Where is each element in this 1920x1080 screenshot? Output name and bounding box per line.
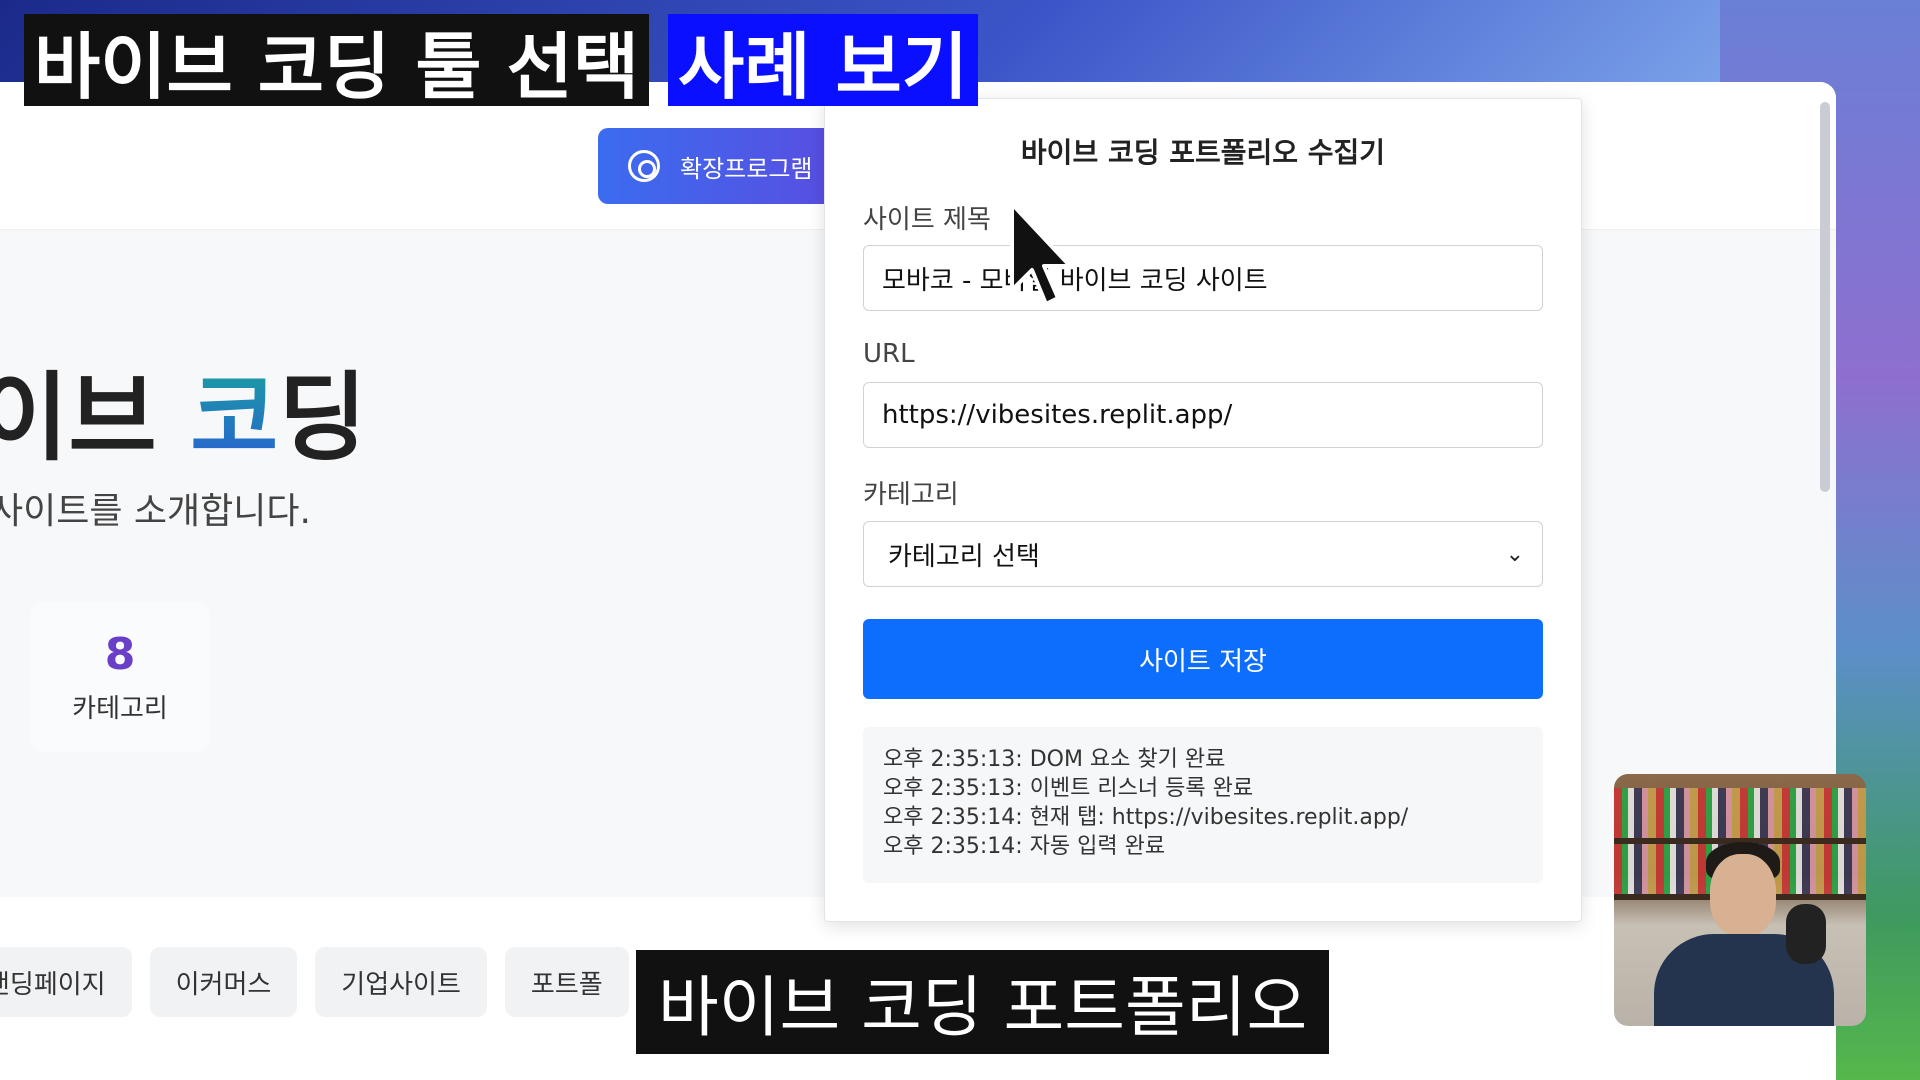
filter-portfolio[interactable]: 포트폴 [504, 947, 629, 1017]
activity-log: 오후 2:35:13: DOM 요소 찾기 완료 오후 2:35:13: 이벤트… [863, 727, 1543, 883]
hero-title: 이브 코딩 [0, 340, 367, 479]
log-line: 오후 2:35:14: 자동 입력 완료 [883, 834, 1166, 859]
caption-top: 바이브 코딩 툴 선택 [24, 14, 650, 109]
filter-ecommerce[interactable]: 이커머스 [149, 947, 298, 1017]
page-scrollbar[interactable] [1820, 102, 1830, 492]
hero-subtitle: 사이트를 소개합니다. [0, 491, 311, 532]
category-select[interactable]: 카테고리 선택 ⌄ [863, 521, 1543, 587]
popup-title: 바이브 코딩 포트폴리오 수집기 [1020, 136, 1386, 169]
extension-button[interactable]: 확장프로그램 [598, 128, 848, 204]
chrome-icon [628, 150, 660, 182]
chevron-down-icon: ⌄ [1505, 541, 1524, 567]
hero-title-accent: 코 [190, 362, 279, 474]
site-title-label: 사이트 제목 [863, 205, 991, 235]
bookshelf-row [1614, 788, 1866, 838]
filter-corporate-site[interactable]: 기업사이트 [315, 947, 487, 1017]
log-line: 오후 2:35:13: DOM 요소 찾기 완료 [883, 747, 1226, 772]
microphone-icon [1786, 904, 1826, 964]
hero-title-suffix: 딩 [278, 362, 367, 474]
extension-button-label: 확장프로그램 [680, 154, 813, 183]
url-label: URL [863, 339, 915, 369]
site-title-input[interactable]: 모바코 - 모바일 바이브 코딩 사이트 [863, 245, 1543, 311]
log-line: 오후 2:35:13: 이벤트 리스너 등록 완료 [883, 776, 1254, 801]
mouse-cursor-icon [1010, 202, 1068, 306]
stat-card-categories: 8 카테고리 [30, 602, 210, 752]
webcam-overlay [1614, 774, 1866, 1026]
hero-title-prefix: 이브 [0, 362, 191, 474]
extension-popup: 바이브 코딩 포트폴리오 수집기 사이트 제목 모바코 - 모바일 바이브 코딩… [824, 98, 1582, 922]
url-input[interactable]: https://vibesites.replit.app/ [863, 382, 1543, 448]
log-line: 오후 2:35:14: 현재 탭: https://vibesites.repl… [883, 805, 1409, 830]
category-select-value: 카테고리 선택 [888, 541, 1040, 572]
stat-label: 카테고리 [72, 694, 168, 724]
presenter-head [1710, 854, 1776, 936]
category-label: 카테고리 [863, 480, 959, 510]
caption-top-highlight: 사례 보기 [668, 14, 979, 109]
filter-landing-page[interactable]: 랜딩페이지 [0, 947, 132, 1017]
caption-bottom: 바이브 코딩 포트폴리오 [636, 950, 1330, 1054]
save-site-button[interactable]: 사이트 저장 [863, 619, 1543, 699]
category-filters: 랜딩페이지 이커머스 기업사이트 포트폴 [0, 947, 629, 1017]
stat-number: 8 [104, 629, 136, 680]
